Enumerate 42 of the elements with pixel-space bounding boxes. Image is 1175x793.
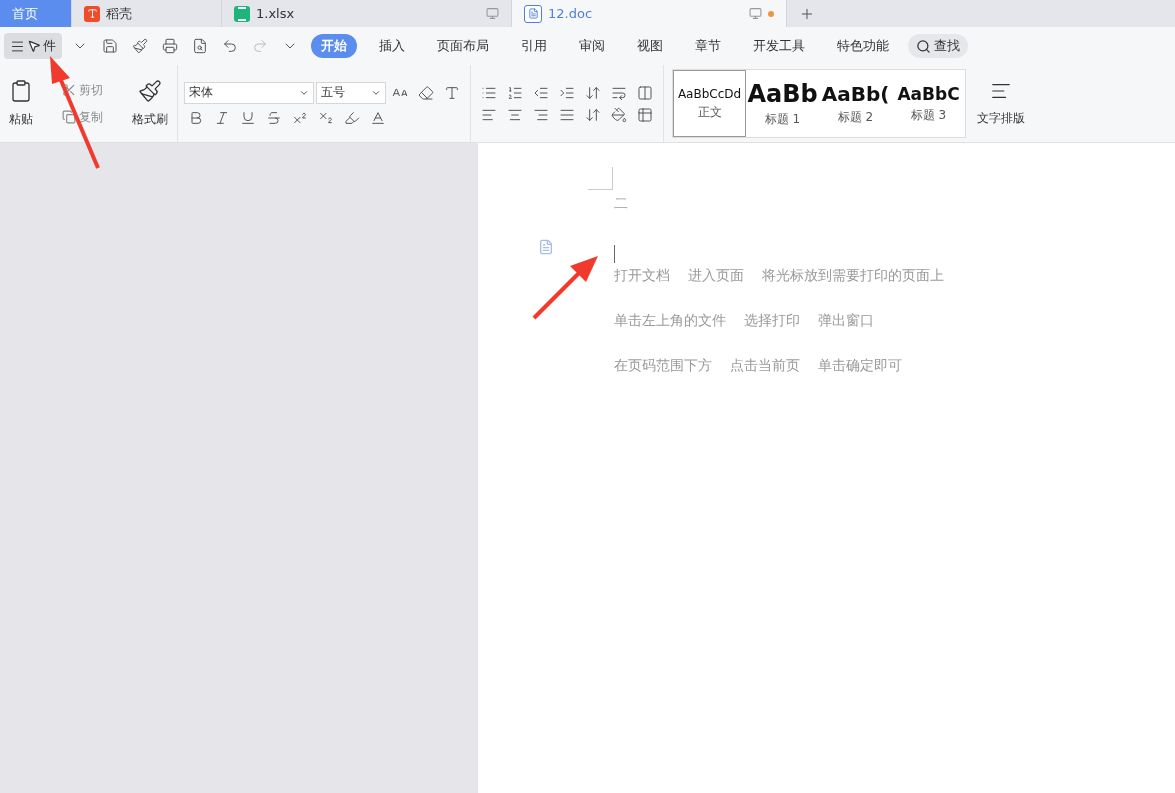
search-button[interactable]: 查找 bbox=[908, 34, 968, 58]
document-text: 点击当前页 bbox=[730, 357, 800, 375]
document-text: 单击左上角的文件 bbox=[614, 312, 726, 330]
document-text: 进入页面 bbox=[688, 267, 744, 285]
page-icon bbox=[538, 239, 554, 255]
mouse-pointer-icon bbox=[27, 39, 41, 53]
document-text: 在页码范围下方 bbox=[614, 357, 712, 375]
document-text: 选择打印 bbox=[744, 312, 800, 330]
font-size-field[interactable]: 五号 bbox=[316, 81, 386, 104]
margin-corner-mark bbox=[588, 167, 613, 190]
text-cursor bbox=[614, 245, 615, 263]
paintbrush-icon bbox=[138, 79, 162, 103]
ribbon-tab[interactable]: 引用 bbox=[511, 34, 557, 58]
menu-icon bbox=[10, 38, 25, 54]
copy-icon bbox=[62, 110, 76, 124]
font-name-field[interactable]: 宋体 bbox=[184, 81, 314, 104]
search-icon bbox=[916, 38, 931, 54]
file-menu-button[interactable]: 件 bbox=[4, 33, 62, 59]
document-tab[interactable]: 12.doc bbox=[512, 0, 787, 27]
document-heading: 二 bbox=[614, 195, 629, 213]
ribbon-tab[interactable]: 特色功能 bbox=[827, 34, 899, 58]
document-text: 单击确定即可 bbox=[818, 357, 902, 375]
monitor-icon bbox=[749, 7, 762, 20]
document-text: 打开文档 bbox=[614, 267, 670, 285]
document-icon bbox=[524, 4, 542, 23]
ribbon-tab[interactable]: 视图 bbox=[627, 34, 673, 58]
format-painter-button[interactable]: 格式刷 bbox=[129, 79, 171, 128]
clipboard-icon bbox=[9, 79, 33, 103]
annotation-arrow bbox=[532, 256, 598, 320]
paste-button[interactable]: 粘贴 bbox=[6, 79, 36, 128]
ribbon-tab[interactable]: 开发工具 bbox=[743, 34, 815, 58]
ribbon-tab[interactable]: 审阅 bbox=[569, 34, 615, 58]
monitor-icon bbox=[486, 7, 499, 20]
style-option[interactable]: AaBbCcDd 正文 bbox=[673, 70, 746, 137]
document-text: 将光标放到需要打印的页面上 bbox=[762, 267, 944, 285]
document-text: 弹出窗口 bbox=[818, 312, 874, 330]
scissors-icon bbox=[62, 83, 76, 97]
ribbon-tab[interactable]: 章节 bbox=[685, 34, 731, 58]
ribbon-tab[interactable]: 插入 bbox=[369, 34, 415, 58]
ribbon-tab[interactable]: 页面布局 bbox=[427, 34, 499, 58]
spreadsheet-icon bbox=[234, 5, 250, 22]
text-layout-button[interactable]: 文字排版 bbox=[974, 65, 1028, 142]
